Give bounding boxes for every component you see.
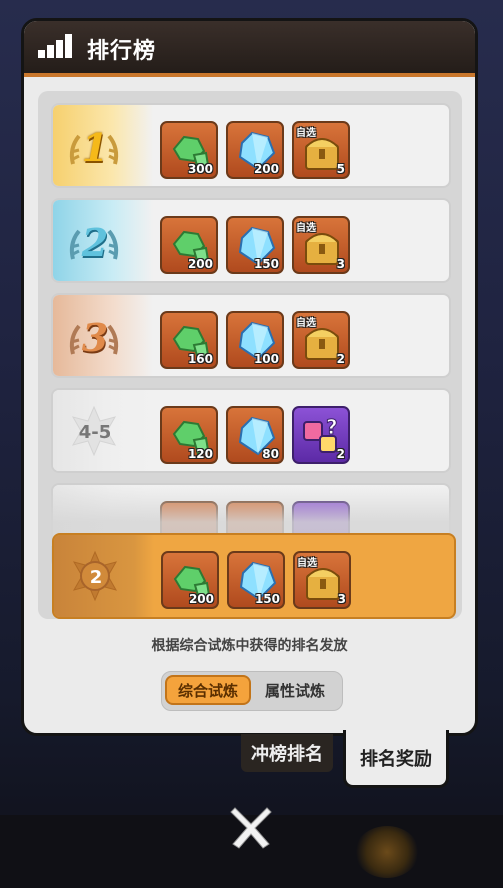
rank-badge-4-5: 4-5	[53, 390, 137, 471]
reward-row-3: 3 160 100 自选 2	[51, 293, 451, 378]
reward-item[interactable]: 150	[227, 551, 285, 609]
reward-item[interactable]: 150	[226, 216, 284, 274]
rank-number: 4-5	[78, 422, 112, 443]
reward-item[interactable]: 100	[226, 311, 284, 369]
reward-item[interactable]: 自选 3	[292, 216, 350, 274]
reward-item[interactable]: 自选 3	[293, 551, 351, 609]
reward-item[interactable]: ? 2	[292, 406, 350, 464]
reward-item[interactable]: 200	[161, 551, 219, 609]
rank-number: 3	[81, 315, 109, 360]
reward-item[interactable]: 120	[160, 406, 218, 464]
tab-ranking[interactable]: 冲榜排名	[241, 734, 333, 772]
reward-item[interactable]: 200	[160, 216, 218, 274]
bottom-glow	[355, 826, 419, 878]
reward-row-4-5: 4-5 120 80 ? 2	[51, 388, 451, 473]
trial-toggle: 综合试炼 属性试炼	[161, 671, 343, 711]
my-rank-badge: 2	[54, 535, 138, 617]
attribute-trial-button[interactable]: 属性试炼	[252, 675, 338, 705]
svg-text:?: ?	[326, 415, 338, 439]
reward-item[interactable]: 200	[226, 121, 284, 179]
reward-item[interactable]: 80	[226, 406, 284, 464]
reward-item[interactable]: 自选 5	[292, 121, 350, 179]
reward-note: 根据综合试炼中获得的排名发放	[151, 638, 348, 654]
reward-row-2: 2 200 150 自选 3	[51, 198, 451, 283]
panel-title: 排行榜	[87, 39, 157, 64]
rank-number: 2	[81, 220, 109, 265]
reward-item[interactable]: 自选 2	[292, 311, 350, 369]
rank-number: 1	[81, 125, 109, 170]
tab-rewards[interactable]: 排名奖励	[343, 730, 449, 788]
panel-header: 排行榜	[24, 21, 475, 77]
comprehensive-trial-button[interactable]: 综合试炼	[165, 675, 251, 705]
rank-badge-1: 1	[53, 105, 137, 186]
rank-number: 2	[89, 567, 103, 588]
close-icon[interactable]	[225, 800, 277, 852]
leaderboard-panel: 排行榜 1 300 200 自选 5 2 200 150 自选 3 3 160 …	[21, 18, 478, 736]
reward-item[interactable]: 160	[160, 311, 218, 369]
reward-item[interactable]: 300	[160, 121, 218, 179]
my-rank-row: 2 200 150 自选 3	[52, 533, 456, 619]
leaderboard-icon	[38, 34, 72, 58]
rank-badge-2: 2	[53, 200, 137, 281]
rank-badge-3: 3	[53, 295, 137, 376]
reward-row-1: 1 300 200 自选 5	[51, 103, 451, 188]
